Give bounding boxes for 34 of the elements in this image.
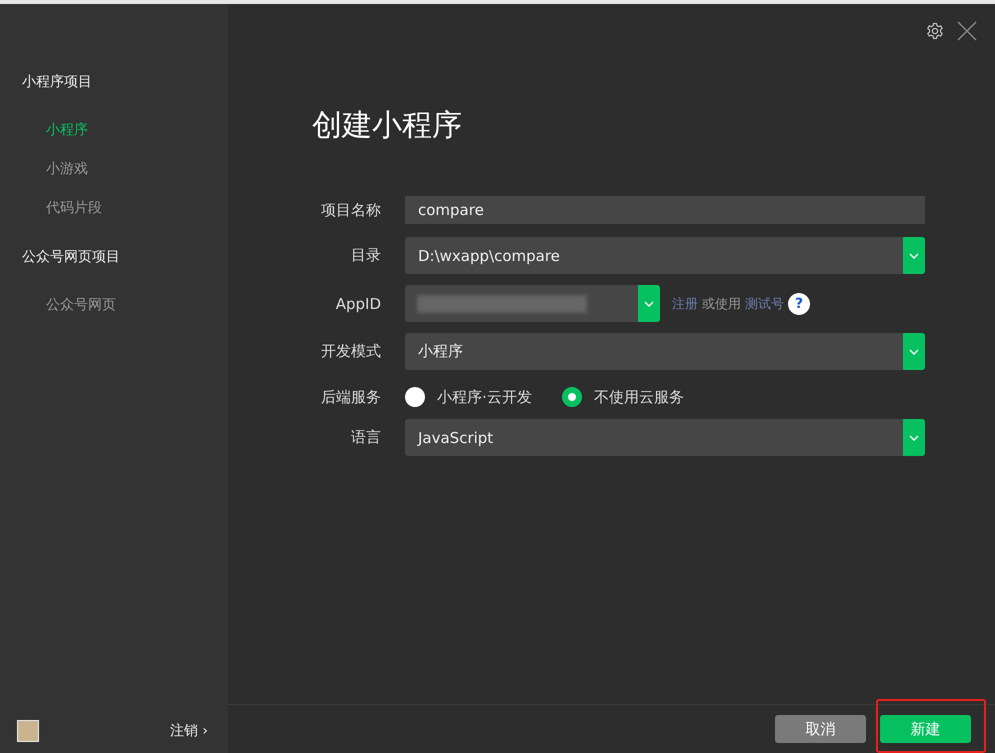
radio-label: 小程序·云开发 (437, 388, 532, 406)
field-label: 语言 (350, 428, 381, 447)
hint-text: 或使用 (702, 296, 741, 312)
link[interactable]: 测试号 (745, 294, 784, 312)
dropdown-field[interactable]: JavaScript (405, 419, 925, 456)
field-label: 后端服务 (320, 388, 381, 406)
sidebar-item[interactable]: 代码片段 (0, 196, 102, 220)
text-field[interactable]: compare (405, 196, 925, 224)
sidebar-item[interactable]: 小游戏 (0, 157, 88, 181)
sidebar-item[interactable]: 小程序 (0, 118, 88, 142)
chevron-icon (909, 348, 919, 354)
chevron-icon (644, 300, 654, 306)
dialog-title: 创建小程序 (312, 107, 463, 145)
logout-link[interactable]: 注销 › (170, 722, 208, 740)
dropdown-field[interactable]: 小程序 (405, 333, 925, 370)
chevron-icon (909, 252, 919, 258)
cancel-button[interactable]: 取消 (775, 715, 866, 743)
field-label: 开发模式 (320, 342, 381, 361)
appid-dropdown[interactable] (405, 285, 660, 322)
link[interactable]: 注册 (672, 294, 698, 312)
dropdown-field[interactable]: D:\wxapp\compare (405, 237, 925, 274)
sidebar-heading: 小程序项目 (21, 73, 93, 92)
radio-label: 不使用云服务 (594, 388, 684, 406)
sidebar-heading: 公众号网页项目 (21, 248, 121, 267)
field-label: 目录 (350, 246, 381, 265)
close-icon[interactable] (957, 21, 977, 41)
help-icon[interactable]: ? (788, 292, 810, 314)
radio-button[interactable] (405, 387, 425, 407)
sidebar-item[interactable]: 公众号网页 (0, 293, 116, 317)
field-label: AppID (334, 294, 381, 312)
radio-button[interactable] (562, 387, 582, 407)
field-label: 项目名称 (320, 200, 381, 220)
chevron-icon (909, 434, 919, 440)
settings-icon[interactable] (926, 22, 944, 40)
